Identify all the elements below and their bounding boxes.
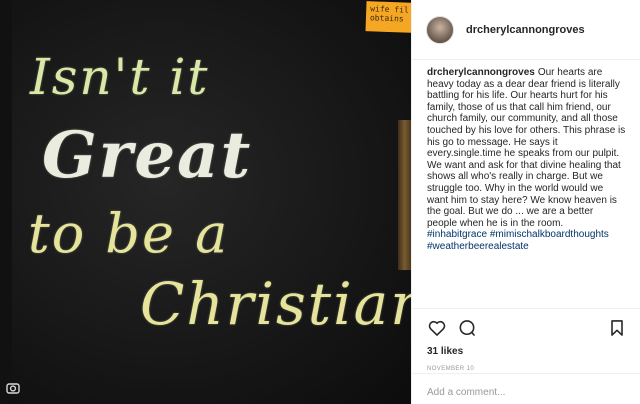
heart-icon[interactable] <box>427 318 447 338</box>
chalk-line-3: to be a <box>28 202 230 265</box>
picture-frame-edge <box>398 120 411 270</box>
post-date: NOVEMBER 10 <box>427 366 475 372</box>
comment-input[interactable] <box>427 387 627 398</box>
sticky-note: wife fil obtains <box>365 1 411 33</box>
photo-edge <box>0 0 12 404</box>
action-icon-row <box>427 318 627 338</box>
bookmark-icon[interactable] <box>607 318 627 338</box>
post-caption: drcherylcannongroves Our hearts are heavy… <box>412 60 640 312</box>
post-header: drcherylcannongroves <box>412 0 640 60</box>
post-actions: 31 likes NOVEMBER 10 <box>412 308 640 372</box>
post-photo[interactable]: Isn't it Great to be a Christian wife fi… <box>0 0 411 404</box>
caption-text: Our hearts are heavy today as a dear dea… <box>427 67 626 229</box>
avatar[interactable] <box>426 15 454 44</box>
post-side-panel: drcherylcannongroves drcherylcannongrove… <box>411 0 640 404</box>
hashtag-inhabitgrace[interactable]: #inhabitgrace <box>427 229 487 240</box>
chalk-line-2: Great <box>42 118 253 193</box>
comment-bar <box>412 373 640 404</box>
header-username[interactable]: drcherylcannongroves <box>466 24 585 36</box>
like-count[interactable]: 31 likes <box>427 346 627 357</box>
chalk-line-1: Isn't it <box>30 48 210 106</box>
comment-bubble-icon[interactable] <box>457 318 477 338</box>
hashtag-mimischalkboardthoughts[interactable]: #mimischalkboardthoughts <box>490 229 609 240</box>
camera-icon <box>6 381 20 395</box>
hashtag-weatherbeerealestate[interactable]: #weatherbeerealestate <box>427 241 529 252</box>
caption-username[interactable]: drcherylcannongroves <box>427 67 535 78</box>
chalk-line-4: Christian <box>140 270 411 338</box>
